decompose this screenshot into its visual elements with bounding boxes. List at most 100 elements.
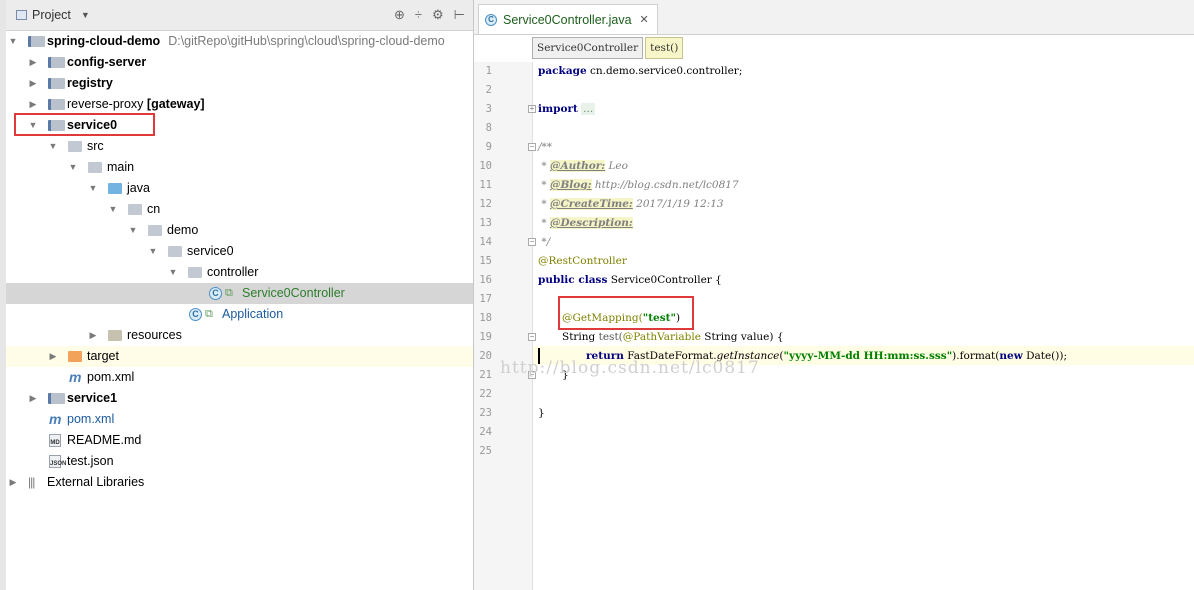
collapse-fold-icon[interactable]: − [528, 238, 536, 246]
tree-item-label: main [107, 160, 135, 174]
maven-icon: m [69, 369, 82, 385]
code-line: /** [538, 141, 553, 153]
project-tree: ▼ spring-cloud-demo D:\gitRepo\gitHub\spr… [6, 31, 473, 493]
code-area[interactable]: 1 2 3 8 9 10 11 12 13 14 15 16 17 18 19 … [474, 62, 1194, 590]
tree-item-external-libraries[interactable]: ▶ ||| External Libraries [6, 472, 473, 493]
tree-item-spring-cloud-demo[interactable]: ▼ spring-cloud-demo D:\gitRepo\gitHub\spr… [6, 31, 473, 52]
module-folder-icon [48, 99, 65, 110]
tree-item-config-server[interactable]: ▶ config-server [6, 52, 473, 73]
code-line: package cn.demo.service0.controller; [538, 65, 743, 77]
tree-item-resources[interactable]: ▶ resources [6, 325, 473, 346]
line-number: 10 [479, 160, 492, 172]
tree-item-target[interactable]: ▶ target [6, 346, 473, 367]
collapse-all-icon[interactable]: ÷ [415, 7, 422, 23]
tree-item-controller[interactable]: ▼ controller [6, 262, 473, 283]
project-panel-header: Project ▼ ⊕ ÷ ⚙ ⊢ [6, 0, 473, 31]
collapse-fold-icon[interactable]: − [528, 143, 536, 151]
tree-item-label: Application [222, 307, 284, 321]
module-alias: [gateway] [146, 97, 205, 111]
line-number: 14 [479, 236, 492, 248]
line-number: 2 [485, 84, 492, 96]
expand-arrow-icon[interactable]: ▼ [8, 31, 18, 52]
tree-item-application[interactable]: C ⧉ Application [6, 304, 473, 325]
highlight-box [14, 113, 155, 136]
line-number: 24 [479, 426, 492, 438]
tree-item-label: Service0Controller [242, 286, 345, 300]
tree-item-label: spring-cloud-demo [47, 34, 161, 48]
tree-item-service0-package[interactable]: ▼ service0 [6, 241, 473, 262]
tab-label: Service0Controller.java [503, 12, 632, 27]
tab-service0controller[interactable]: C Service0Controller.java ✕ [478, 4, 658, 34]
tree-item-label: pom.xml [67, 412, 115, 426]
tree-item-cn[interactable]: ▼ cn [6, 199, 473, 220]
collapse-fold-icon[interactable]: − [528, 333, 536, 341]
code-line: * @CreateTime: 2017/1/19 12:13 [538, 198, 724, 210]
line-number: 1 [485, 65, 492, 77]
code-line: import ... [538, 103, 596, 115]
tree-item-reverse-proxy[interactable]: ▶ reverse-proxy [gateway] [6, 94, 473, 115]
collapse-arrow-icon[interactable]: ▶ [48, 346, 58, 367]
tree-item-label: java [127, 181, 150, 195]
code-line: public class Service0Controller { [538, 274, 722, 286]
spring-bean-icon: ⧉ [225, 287, 233, 299]
breadcrumb-method[interactable]: test() [645, 37, 684, 59]
code-line: * @Blog: http://blog.csdn.net/lc0817 [538, 179, 739, 191]
tree-item-main[interactable]: ▼ main [6, 157, 473, 178]
expand-arrow-icon[interactable]: ▼ [128, 220, 138, 241]
code-line: @RestController [538, 255, 627, 267]
chevron-down-icon[interactable]: ▼ [81, 10, 90, 20]
tree-item-label: service0 [187, 244, 234, 258]
collapse-arrow-icon[interactable]: ▶ [8, 472, 18, 493]
watermark: http://blog.csdn.net/lc0817 [500, 358, 760, 378]
line-number: 18 [479, 312, 492, 324]
collapse-arrow-icon[interactable]: ▶ [28, 52, 38, 73]
line-number: 17 [479, 293, 492, 305]
line-number: 23 [479, 407, 492, 419]
tree-item-service1[interactable]: ▶ service1 [6, 388, 473, 409]
tree-item-label: test.json [67, 454, 114, 468]
package-icon [148, 225, 162, 236]
line-number: 8 [485, 122, 492, 134]
module-folder-icon [48, 393, 65, 404]
expand-arrow-icon[interactable]: ▼ [48, 136, 58, 157]
highlight-box [558, 296, 694, 330]
expand-arrow-icon[interactable]: ▼ [148, 241, 158, 262]
expand-arrow-icon[interactable]: ▼ [168, 262, 178, 283]
module-folder-icon [48, 57, 65, 68]
scroll-from-source-icon[interactable]: ⊕ [394, 7, 405, 23]
tree-item-pom-xml[interactable]: m pom.xml [6, 367, 473, 388]
tree-item-test-json[interactable]: JSON test.json [6, 451, 473, 472]
collapse-arrow-icon[interactable]: ▶ [28, 94, 38, 115]
hide-panel-icon[interactable]: ⊢ [454, 7, 465, 23]
tree-item-registry[interactable]: ▶ registry [6, 73, 473, 94]
tree-item-label: registry [67, 76, 113, 90]
code-line: * @Description: [538, 217, 633, 229]
close-icon[interactable]: ✕ [640, 13, 649, 26]
collapse-arrow-icon[interactable]: ▶ [28, 73, 38, 94]
tree-item-label: External Libraries [47, 475, 145, 489]
expand-arrow-icon[interactable]: ▼ [88, 178, 98, 199]
class-icon: C [209, 287, 222, 300]
project-panel-title[interactable]: Project [32, 8, 71, 22]
expand-fold-icon[interactable]: + [528, 105, 536, 113]
breadcrumb-class[interactable]: Service0Controller [532, 37, 644, 59]
tree-item-label: resources [127, 328, 182, 342]
gear-icon[interactable]: ⚙ [432, 7, 444, 23]
tree-item-root-pom-xml[interactable]: m pom.xml [6, 409, 473, 430]
expand-arrow-icon[interactable]: ▼ [68, 157, 78, 178]
module-folder-icon [48, 78, 65, 89]
collapse-arrow-icon[interactable]: ▶ [88, 325, 98, 346]
tree-item-demo[interactable]: ▼ demo [6, 220, 473, 241]
expand-arrow-icon[interactable]: ▼ [108, 199, 118, 220]
folded-imports[interactable]: ... [581, 103, 596, 115]
excluded-folder-icon [68, 351, 82, 362]
line-number: 25 [479, 445, 492, 457]
tree-item-readme[interactable]: MD README.md [6, 430, 473, 451]
tree-item-src[interactable]: ▼ src [6, 136, 473, 157]
tree-item-service0controller[interactable]: C ⧉ Service0Controller [6, 283, 473, 304]
class-icon: C [485, 13, 497, 26]
project-panel: Project ▼ ⊕ ÷ ⚙ ⊢ ▼ spring-cloud-demo D:\… [6, 0, 474, 590]
line-number: 19 [479, 331, 492, 343]
collapse-arrow-icon[interactable]: ▶ [28, 388, 38, 409]
tree-item-java[interactable]: ▼ java [6, 178, 473, 199]
